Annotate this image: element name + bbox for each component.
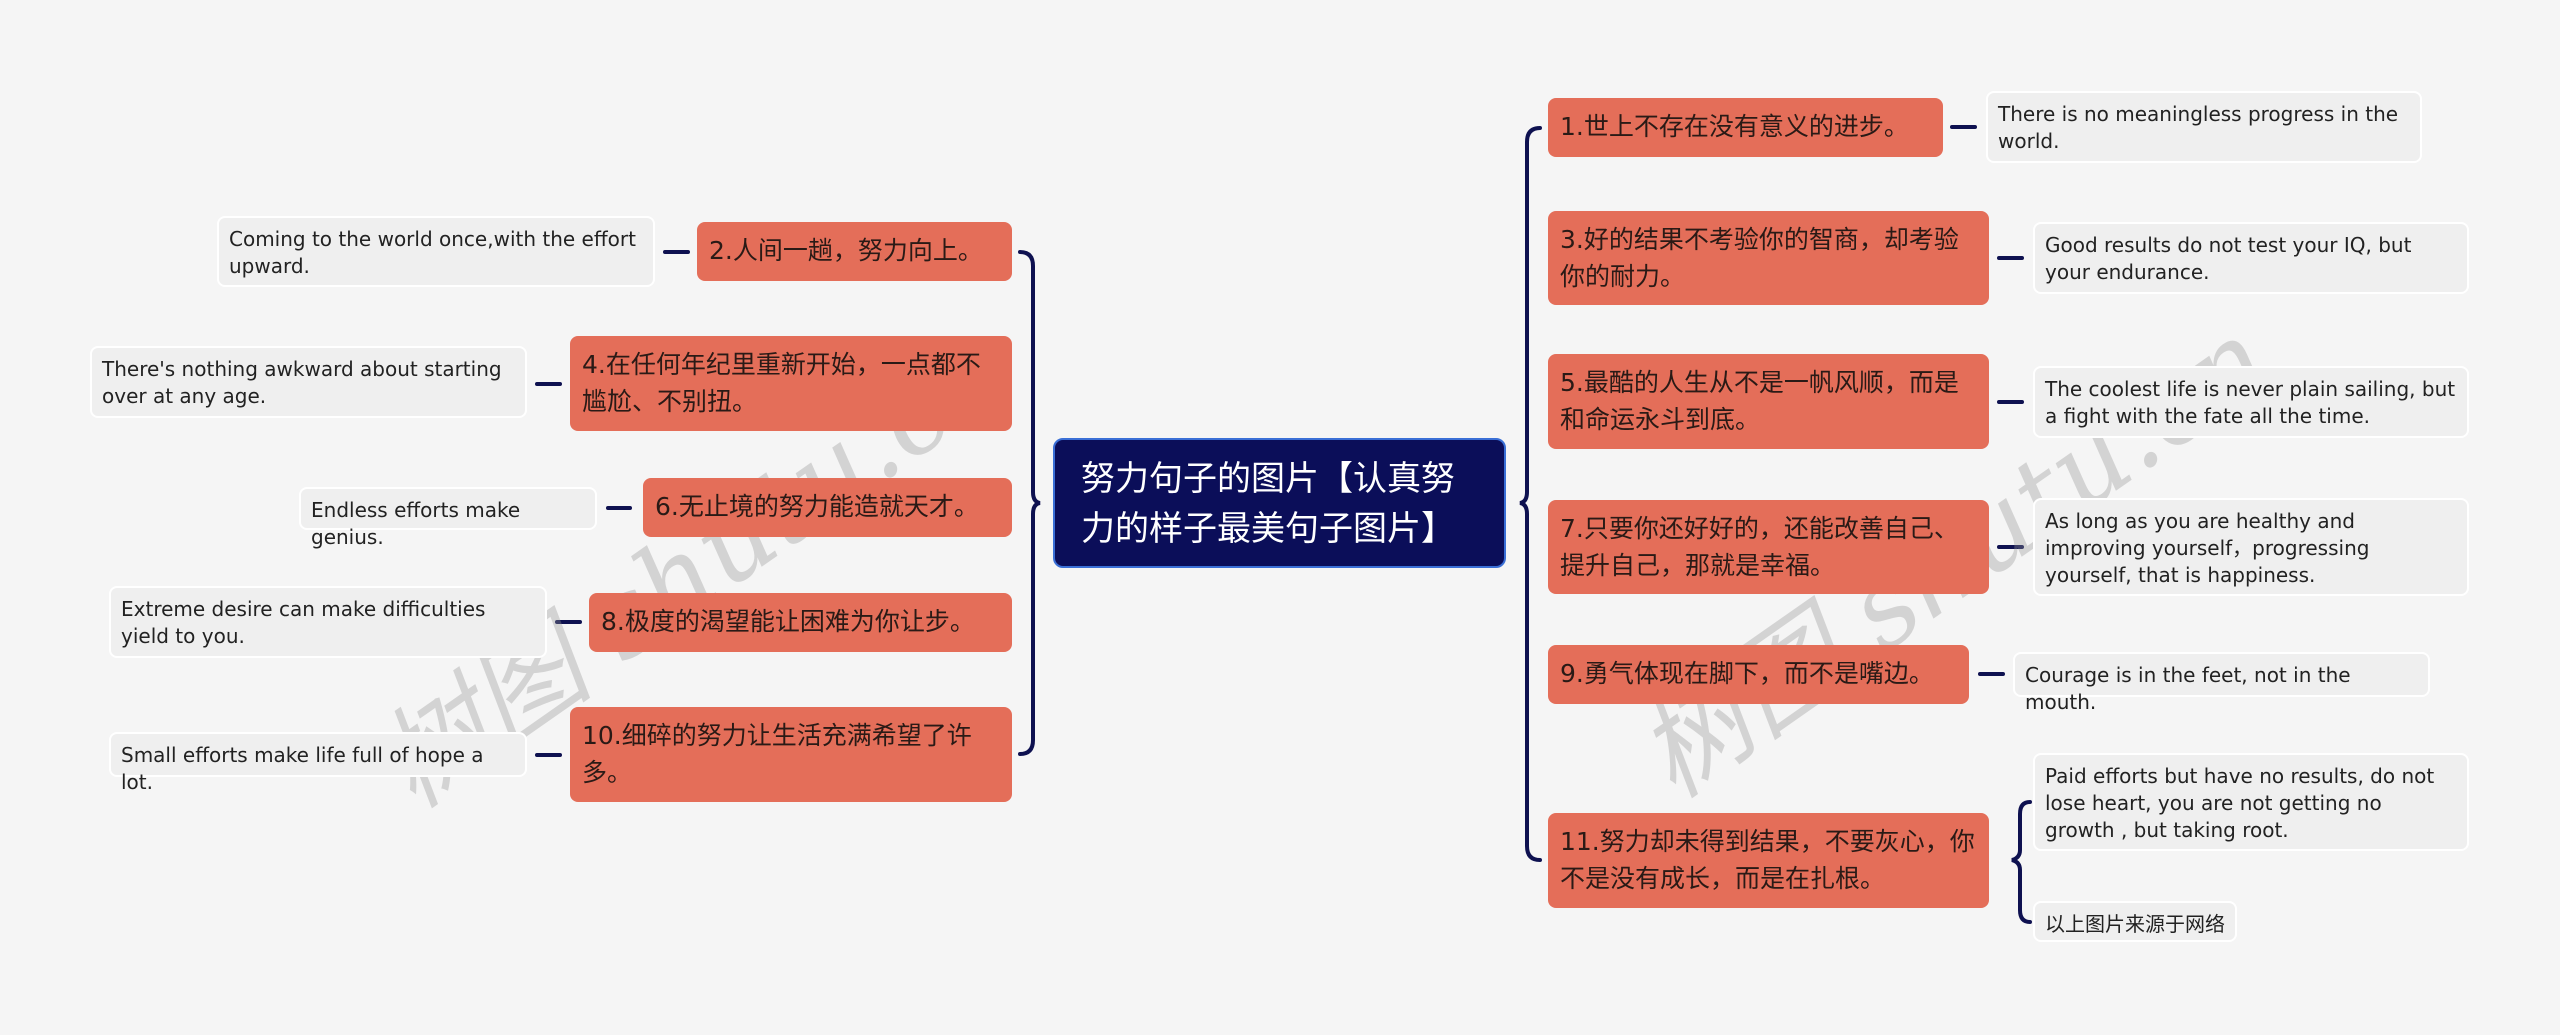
root-topic[interactable]: 努力句子的图片【认真努力的样子最美句子图片】 — [1053, 438, 1506, 568]
note-6[interactable]: Endless efforts make genius. — [299, 487, 597, 549]
topic-8[interactable]: 8.极度的渴望能让困难为你让步。 — [589, 593, 1012, 652]
topic-3[interactable]: 3.好的结果不考验你的智商，却考验你的耐力。 — [1548, 211, 1989, 305]
note-9[interactable]: Courage is in the feet, not in the mouth… — [2013, 652, 2430, 714]
note-11-source[interactable]: 以上图片来源于网络 — [2033, 901, 2237, 942]
note-7[interactable]: As long as you are healthy and improving… — [2033, 498, 2469, 596]
topic-4[interactable]: 4.在任何年纪里重新开始，一点都不尴尬、不别扭。 — [570, 336, 1012, 431]
note-11[interactable]: Paid efforts but have no results, do not… — [2033, 753, 2469, 851]
left-branch-connector — [1018, 250, 1041, 756]
topic-2[interactable]: 2.人间一趟，努力向上。 — [697, 222, 1012, 281]
node11-bracket — [2011, 800, 2032, 924]
right-branch-connector — [1519, 126, 1542, 862]
note-1[interactable]: There is no meaningless progress in the … — [1986, 91, 2422, 163]
topic-11[interactable]: 11.努力却未得到结果，不要灰心，你不是没有成长，而是在扎根。 — [1548, 813, 1989, 908]
topic-6[interactable]: 6.无止境的努力能造就天才。 — [643, 478, 1012, 537]
topic-5[interactable]: 5.最酷的人生从不是一帆风顺，而是和命运永斗到底。 — [1548, 354, 1989, 449]
note-10[interactable]: Small efforts make life full of hope a l… — [109, 732, 527, 794]
topic-10[interactable]: 10.细碎的努力让生活充满希望了许多。 — [570, 707, 1012, 802]
note-8[interactable]: Extreme desire can make difficulties yie… — [109, 586, 547, 658]
topic-9[interactable]: 9.勇气体现在脚下，而不是嘴边。 — [1548, 645, 1969, 704]
note-2[interactable]: Coming to the world once,with the effort… — [217, 216, 655, 287]
note-3[interactable]: Good results do not test your IQ, but yo… — [2033, 222, 2469, 294]
note-5[interactable]: The coolest life is never plain sailing,… — [2033, 366, 2469, 438]
topic-1[interactable]: 1.世上不存在没有意义的进步。 — [1548, 98, 1943, 157]
note-4[interactable]: There's nothing awkward about starting o… — [90, 346, 527, 418]
topic-7[interactable]: 7.只要你还好好的，还能改善自己、提升自己，那就是幸福。 — [1548, 500, 1989, 594]
